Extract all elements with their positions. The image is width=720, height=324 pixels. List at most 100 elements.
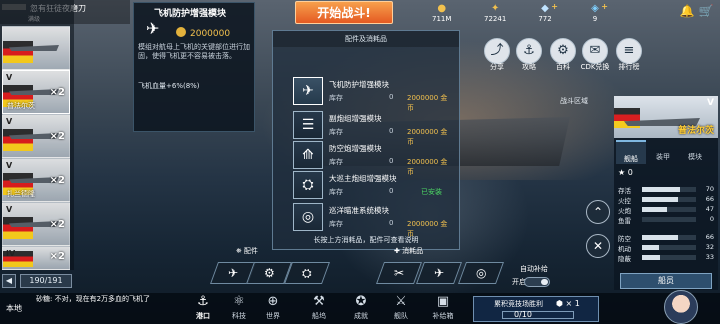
ship-tier: V	[707, 98, 714, 108]
main-gun-icon: ⛭	[293, 171, 323, 199]
ship-name: 普法尔茨	[677, 126, 714, 136]
arena-reward: ⬢ × 1	[556, 299, 580, 308]
ship-tier: V	[6, 205, 13, 214]
arena-progress: 0/10	[514, 310, 532, 319]
radar-icon: ◎	[475, 266, 487, 280]
shop-cart-icon[interactable]: 🛒	[697, 2, 715, 20]
module-stock-label: 库存	[329, 220, 343, 228]
module-stock-value: 0	[389, 219, 394, 227]
add-diamond-icon[interactable]: +	[551, 2, 558, 11]
module-stock-label: 库存	[329, 158, 343, 166]
nav-supply-box[interactable]: ▣ 补给箱	[426, 293, 460, 324]
supply-box-icon: ▣	[436, 294, 450, 309]
wiki-icon[interactable]: ⚙	[550, 38, 576, 64]
ship-tier: V	[6, 117, 13, 126]
cdk-icon[interactable]: ✉	[582, 38, 608, 64]
tooltip-price: 2000000	[176, 27, 230, 39]
nav-achievement[interactable]: ✪ 成就	[344, 293, 378, 324]
gem-value: 9	[592, 15, 598, 23]
stat-row: 火控 66	[618, 195, 714, 205]
resource-gem[interactable]: ◈ 9 +	[588, 2, 608, 23]
ranking-icon[interactable]: ≡	[616, 38, 642, 64]
guide-icon[interactable]: ⚓	[516, 38, 542, 64]
module-name: 飞机防护增强模块	[329, 80, 389, 89]
ship-name: 普法尔茨	[7, 102, 35, 110]
ship-detail-panel: V 普法尔茨 舰船 装甲 模块 ★ 0 存活 70 火控 66 火炮 47 鱼雷 0 防…	[614, 96, 718, 290]
ship-portrait: V 普法尔茨	[614, 96, 718, 138]
stat-row: 火炮 47	[618, 205, 714, 215]
accessory-slot[interactable]: ⛭	[283, 262, 331, 284]
arena-title: 累积竞技场胜利	[494, 300, 543, 308]
repair-icon[interactable]: ✕	[586, 234, 610, 258]
module-row[interactable]: ⟰ 防空炮增强模块 库存 0 2000000 金币	[293, 141, 453, 176]
plane-shield-icon: ✈	[146, 19, 160, 38]
consumable-slot[interactable]: ◎	[457, 262, 505, 284]
fleet-icon: ⚔	[395, 294, 407, 309]
nav-fleet[interactable]: ⚔ 舰队	[384, 293, 418, 324]
equipment-panel-title: 配件及消耗品	[273, 31, 459, 47]
start-battle-button[interactable]: 开始战斗!	[295, 1, 393, 24]
nav-dock[interactable]: ⚒ 船坞	[302, 293, 336, 324]
module-stock-value: 0	[389, 157, 394, 165]
coin-value: 711M	[432, 15, 452, 23]
fleet-ship-card[interactable]: V ×2 扎兰德隆	[2, 158, 70, 202]
module-row[interactable]: ☰ 副炮组增强模块 库存 0 2000000 金币	[293, 111, 453, 146]
module-row[interactable]: ⛭ 大巡主炮组增强模块 库存 0 已安装	[293, 171, 453, 199]
diamond-value: 772	[538, 15, 552, 23]
consumable-slot[interactable]: ✈	[415, 262, 463, 284]
module-stock-label: 库存	[329, 94, 343, 102]
fleet-ship-card[interactable]	[2, 26, 70, 70]
arena-quest[interactable]: 累积竞技场胜利 0/10	[473, 296, 599, 322]
resource-honor[interactable]: ✦ 72241	[484, 2, 506, 23]
module-name: 防空炮增强模块	[329, 144, 382, 153]
ship-tier: V	[6, 73, 13, 82]
chevron-up-icon[interactable]: ⌃	[586, 200, 610, 224]
fleet-sort-button[interactable]: ◀	[2, 274, 16, 288]
equipment-panel: 配件及消耗品 ✈ 飞机防护增强模块 库存 0 2000000 金币 ☰ 副炮组增…	[272, 30, 460, 250]
toggle-knob	[541, 279, 548, 285]
tab-ship[interactable]: 舰船	[616, 140, 646, 164]
share-icon[interactable]: ⤴	[484, 38, 510, 64]
accessories-label: ⛯ 配件	[236, 247, 258, 255]
gear-icon: ⚙	[263, 266, 275, 280]
tooltip-title: 飞机防护增强模块	[154, 9, 227, 19]
coin-icon: ●	[437, 3, 447, 14]
stat-row: 防空 66	[618, 233, 714, 243]
chat-message[interactable]: 砂糖: 不对，现在有2万多血的飞机了	[36, 295, 186, 304]
resource-diamond[interactable]: ◆ 772 +	[538, 2, 558, 23]
tab-armor[interactable]: 装甲	[648, 140, 678, 164]
nav-world[interactable]: ⊕ 世界	[256, 293, 290, 324]
add-gem-icon[interactable]: +	[601, 2, 608, 11]
fleet-list: V ×2 普法尔茨 V ×2 V ×2 扎兰德隆 V ×2 IV ×2	[0, 0, 74, 270]
chat-channel-label[interactable]: 本地	[6, 303, 22, 314]
ship-tier: IV	[6, 249, 16, 258]
module-stock-label: 库存	[329, 128, 343, 136]
tab-module[interactable]: 模块	[680, 140, 710, 164]
tooltip-description: 模组对航母上飞机的关键部位进行加固，使得飞机更不容易被击落。	[138, 43, 250, 60]
module-name: 巡洋瞄准系统模块	[329, 206, 389, 215]
consumable-slot[interactable]: ✂	[375, 262, 423, 284]
fleet-ship-card[interactable]: IV ×2	[2, 246, 70, 270]
fleet-ship-card[interactable]: V ×2	[2, 114, 70, 158]
plane-shield-icon: ✈	[227, 266, 239, 280]
world-icon: ⊕	[267, 294, 279, 309]
resource-coins[interactable]: ● 711M	[432, 2, 451, 23]
module-stock-label: 库存	[329, 188, 343, 196]
fleet-ship-card[interactable]: V ×2 普法尔茨	[2, 70, 70, 114]
auto-supply-toggle[interactable]	[524, 277, 550, 287]
nav-port[interactable]: ⚓ 港口	[186, 293, 220, 324]
avatar[interactable]	[664, 290, 698, 324]
module-row[interactable]: ✈ 飞机防护增强模块 库存 0 2000000 金币	[293, 77, 453, 112]
nav-tech[interactable]: ⚛ 科技	[222, 293, 256, 324]
fleet-ship-card[interactable]: V ×2	[2, 202, 70, 246]
module-name: 副炮组增强模块	[329, 114, 382, 123]
stat-row: 存活 70	[618, 185, 714, 195]
module-stock-value: 0	[389, 187, 394, 195]
plane-shield-icon: ✈	[293, 77, 323, 105]
crew-button[interactable]: 船员	[620, 273, 712, 289]
wrench-icon: ✂	[393, 266, 405, 280]
notification-icon[interactable]: 🔔	[678, 2, 696, 20]
honor-icon: ✦	[490, 3, 500, 14]
coin-icon	[176, 27, 186, 37]
module-row[interactable]: ◎ 巡洋瞄准系统模块 库存 0 2000000 金币	[293, 203, 453, 238]
